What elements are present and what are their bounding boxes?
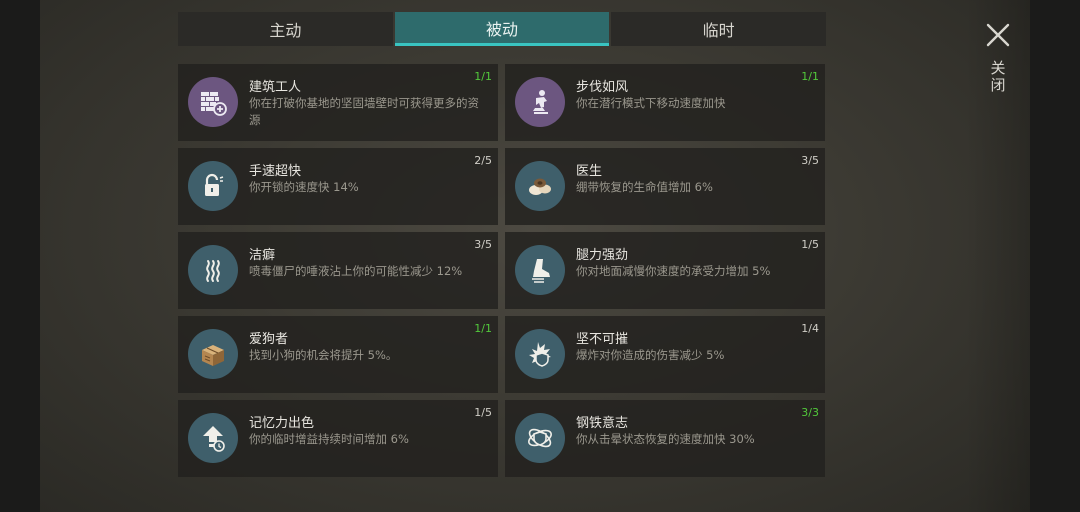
skill-title: 钢铁意志: [576, 416, 629, 431]
fumes-icon: [188, 245, 238, 295]
skill-title: 洁癖: [249, 248, 276, 263]
skill-title: 步伐如风: [576, 80, 629, 95]
skill-level: 1/5: [801, 238, 819, 251]
skill-description: 你从击晕状态恢复的速度加快 30%: [576, 432, 755, 446]
tab-passive-skills[interactable]: 被动: [394, 12, 610, 46]
boot-icon: [515, 245, 565, 295]
sneaking-figure-icon: [515, 77, 565, 127]
skill-level: 3/3: [801, 406, 819, 419]
skill-description: 你的临时增益持续时间增加 6%: [249, 432, 409, 446]
skill-title: 建筑工人: [249, 80, 302, 95]
bandage-rolls-icon: [515, 161, 565, 211]
skill-card[interactable]: 洁癖 喷毒僵尸的唾液沾上你的可能性减少 12% 3/5: [178, 232, 498, 309]
crate-icon: [188, 329, 238, 379]
orbit-shield-icon: [515, 413, 565, 463]
unlocked-padlock-icon: [188, 161, 238, 211]
skill-level: 1/1: [801, 70, 819, 83]
skill-description: 你在潜行模式下移动速度加快: [576, 96, 726, 110]
skill-title: 记忆力出色: [249, 416, 315, 431]
skill-title: 腿力强劲: [576, 248, 629, 263]
brick-wall-icon: [188, 77, 238, 127]
close-label[interactable]: 关闭: [988, 60, 1008, 94]
skill-level: 1/4: [801, 322, 819, 335]
skill-level: 2/5: [474, 154, 492, 167]
skill-description: 你对地面减慢你速度的承受力增加 5%: [576, 264, 771, 278]
skill-card[interactable]: 建筑工人 你在打破你基地的坚固墙壁时可获得更多的资源 1/1: [178, 64, 498, 141]
skill-card[interactable]: 腿力强劲 你对地面减慢你速度的承受力增加 5% 1/5: [505, 232, 825, 309]
skill-card[interactable]: 坚不可摧 爆炸对你造成的伤害减少 5% 1/4: [505, 316, 825, 393]
skill-title: 医生: [576, 164, 603, 179]
skill-level: 1/5: [474, 406, 492, 419]
skill-level: 3/5: [474, 238, 492, 251]
skill-description: 绷带恢复的生命值增加 6%: [576, 180, 713, 194]
skill-card[interactable]: 记忆力出色 你的临时增益持续时间增加 6% 1/5: [178, 400, 498, 477]
tab-active-skills[interactable]: 主动: [178, 12, 393, 46]
skill-description: 你开锁的速度快 14%: [249, 180, 359, 194]
tab-temporary-skills[interactable]: 临时: [611, 12, 827, 46]
skill-title: 坚不可摧: [576, 332, 629, 347]
explosion-shield-icon: [515, 329, 565, 379]
skill-card[interactable]: 钢铁意志 你从击晕状态恢复的速度加快 30% 3/3: [505, 400, 825, 477]
skill-description: 找到小狗的机会将提升 5%。: [249, 348, 398, 362]
skill-title: 爱狗者: [249, 332, 289, 347]
skill-description: 喷毒僵尸的唾液沾上你的可能性减少 12%: [249, 264, 463, 278]
skill-card[interactable]: 手速超快 你开锁的速度快 14% 2/5: [178, 148, 498, 225]
skill-card[interactable]: 爱狗者 找到小狗的机会将提升 5%。 1/1: [178, 316, 498, 393]
boost-clock-icon: [188, 413, 238, 463]
skill-description: 爆炸对你造成的伤害减少 5%: [576, 348, 725, 362]
skill-title: 手速超快: [249, 164, 302, 179]
skill-card[interactable]: 步伐如风 你在潜行模式下移动速度加快 1/1: [505, 64, 825, 141]
skill-level: 1/1: [474, 322, 492, 335]
skill-description: 你在打破你基地的坚固墙壁时可获得更多的资源: [249, 96, 479, 127]
skill-level: 1/1: [474, 70, 492, 83]
close-icon[interactable]: [985, 22, 1011, 48]
skill-card[interactable]: 医生 绷带恢复的生命值增加 6% 3/5: [505, 148, 825, 225]
tab-bar: 主动 被动 临时: [178, 12, 827, 46]
skill-level: 3/5: [801, 154, 819, 167]
